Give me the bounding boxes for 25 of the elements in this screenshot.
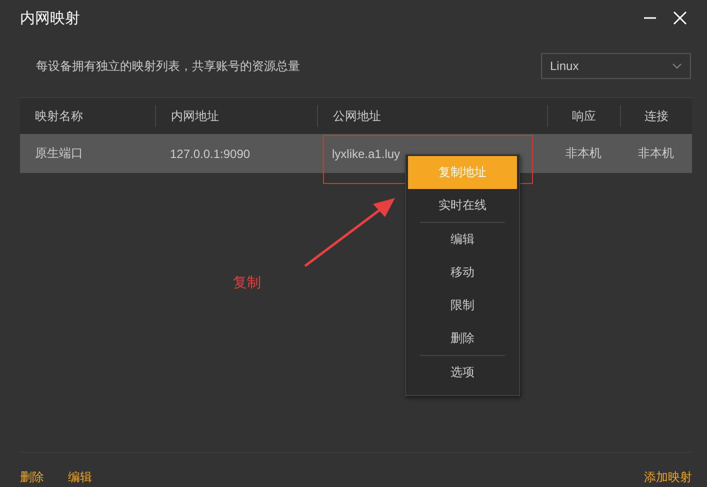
table-cell-text: 原生端口 [34,145,84,162]
platform-select[interactable]: Linux [541,53,691,79]
table-cell-text: 127.0.0.1:9090 [169,146,252,160]
menu-item[interactable]: 编辑 [408,223,517,256]
menu-item[interactable]: 实时在线 [408,189,517,222]
table-cell-text: lyxlike.a1.luy [331,146,402,160]
footer-link[interactable]: 编辑 [68,469,92,486]
column-header: 连接 [620,105,692,127]
table-cell-text: 非本机 [564,145,602,162]
menu-item[interactable]: 选项 [408,356,517,389]
menu-item[interactable]: 移动 [408,256,517,289]
annotation-label: 复制 [233,274,261,292]
add-mapping-link[interactable]: 添加映射 [644,469,692,486]
column-header: 响应 [547,105,620,127]
description-text: 每设备拥有独立的映射列表，共享账号的资源总量 [36,58,300,74]
footer-link[interactable]: 删除 [20,469,44,486]
column-header: 公网地址 [317,105,547,127]
menu-item[interactable]: 删除 [408,322,517,355]
column-header: 映射名称 [34,108,84,125]
column-header: 内网地址 [155,105,317,127]
window-title: 内网映射 [20,8,81,28]
chevron-down-icon [672,63,682,69]
close-icon [673,11,687,25]
menu-item[interactable]: 限制 [408,289,517,322]
table-cell-text: 非本机 [637,145,675,162]
